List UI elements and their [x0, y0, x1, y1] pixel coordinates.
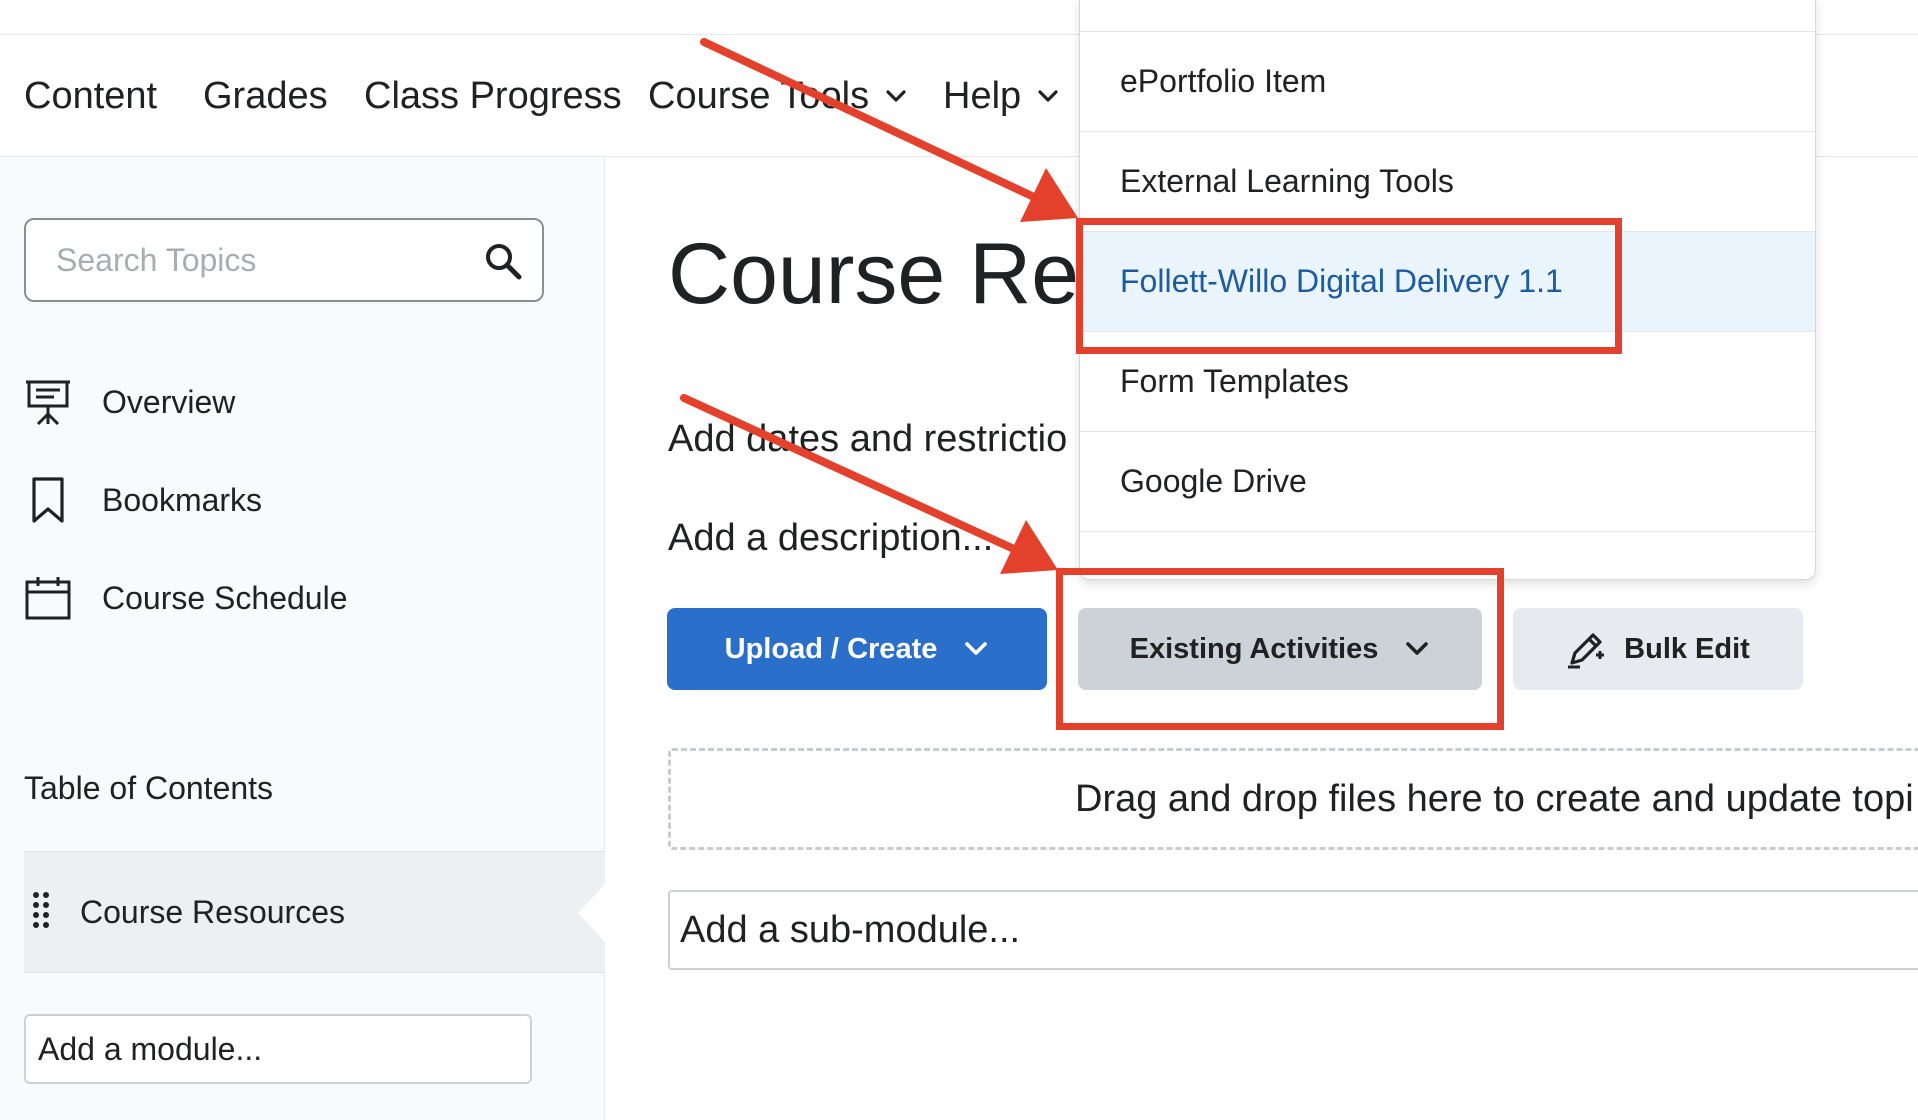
sidebar-item-course-schedule[interactable]: Course Schedule [24, 568, 347, 628]
nav-help[interactable]: Help [943, 35, 1059, 157]
file-dropzone[interactable]: Drag and drop files here to create and u… [668, 748, 1918, 850]
menu-item-external-learning-tools[interactable]: External Learning Tools [1080, 131, 1815, 231]
bulk-edit-label: Bulk Edit [1624, 632, 1750, 665]
toc-item-course-resources[interactable]: Course Resources [24, 851, 606, 973]
add-description-link[interactable]: Add a description... [668, 517, 993, 560]
sidebar: Search Topics Overview Bookmarks Course … [0, 158, 606, 1120]
toc-title: Table of Contents [24, 770, 274, 806]
annotation-box-menu-item [1076, 218, 1622, 354]
selection-notch [578, 883, 606, 943]
add-dates-link[interactable]: Add dates and restrictio [668, 418, 1067, 461]
menu-item-label: External Learning Tools [1120, 163, 1454, 199]
nav-help-label: Help [943, 74, 1022, 117]
nav-content-label: Content [24, 74, 158, 117]
bookmark-icon [32, 477, 64, 523]
sidebar-item-label: Overview [102, 383, 236, 420]
search-placeholder: Search Topics [56, 241, 257, 278]
bulk-edit-button[interactable]: Bulk Edit [1513, 608, 1803, 690]
menu-item-eportfolio[interactable]: ePortfolio Item [1080, 31, 1815, 131]
nav-content[interactable]: Content [24, 35, 157, 157]
pencil-icon [1568, 633, 1605, 669]
search-topics-input[interactable]: Search Topics [24, 218, 544, 302]
sidebar-item-overview[interactable]: Overview [24, 372, 235, 432]
menu-item-label: Form Templates [1120, 363, 1349, 399]
nav-course-tools-label: Course Tools [648, 74, 870, 117]
presentation-icon [26, 380, 70, 426]
add-submodule-input[interactable]: Add a sub-module... [668, 890, 1918, 970]
menu-item-label: Google Drive [1120, 463, 1307, 499]
search-icon[interactable] [482, 240, 524, 282]
menu-item-label: ePortfolio Item [1120, 63, 1327, 99]
nav-grades[interactable]: Grades [203, 35, 328, 157]
sidebar-item-label: Bookmarks [102, 481, 263, 518]
upload-create-button[interactable]: Upload / Create [667, 608, 1047, 690]
toc-item-label: Course Resources [80, 893, 345, 930]
dropzone-label: Drag and drop files here to create and u… [1075, 777, 1914, 820]
sidebar-item-bookmarks[interactable]: Bookmarks [24, 470, 262, 530]
upload-create-label: Upload / Create [724, 632, 938, 665]
chevron-down-icon [1038, 90, 1058, 102]
menu-item-google-drive[interactable]: Google Drive [1080, 431, 1815, 531]
drag-handle-icon[interactable] [32, 890, 50, 930]
nav-grades-label: Grades [203, 74, 328, 117]
chevron-down-icon [965, 642, 988, 655]
add-module-input[interactable]: Add a module... [24, 1014, 532, 1084]
sidebar-item-label: Course Schedule [102, 579, 348, 616]
chevron-down-icon [886, 90, 906, 102]
nav-class-progress[interactable]: Class Progress [364, 35, 622, 157]
annotation-box-button [1056, 568, 1504, 730]
nav-class-progress-label: Class Progress [364, 74, 622, 117]
calendar-icon [25, 577, 71, 620]
nav-course-tools[interactable]: Course Tools [648, 35, 907, 157]
